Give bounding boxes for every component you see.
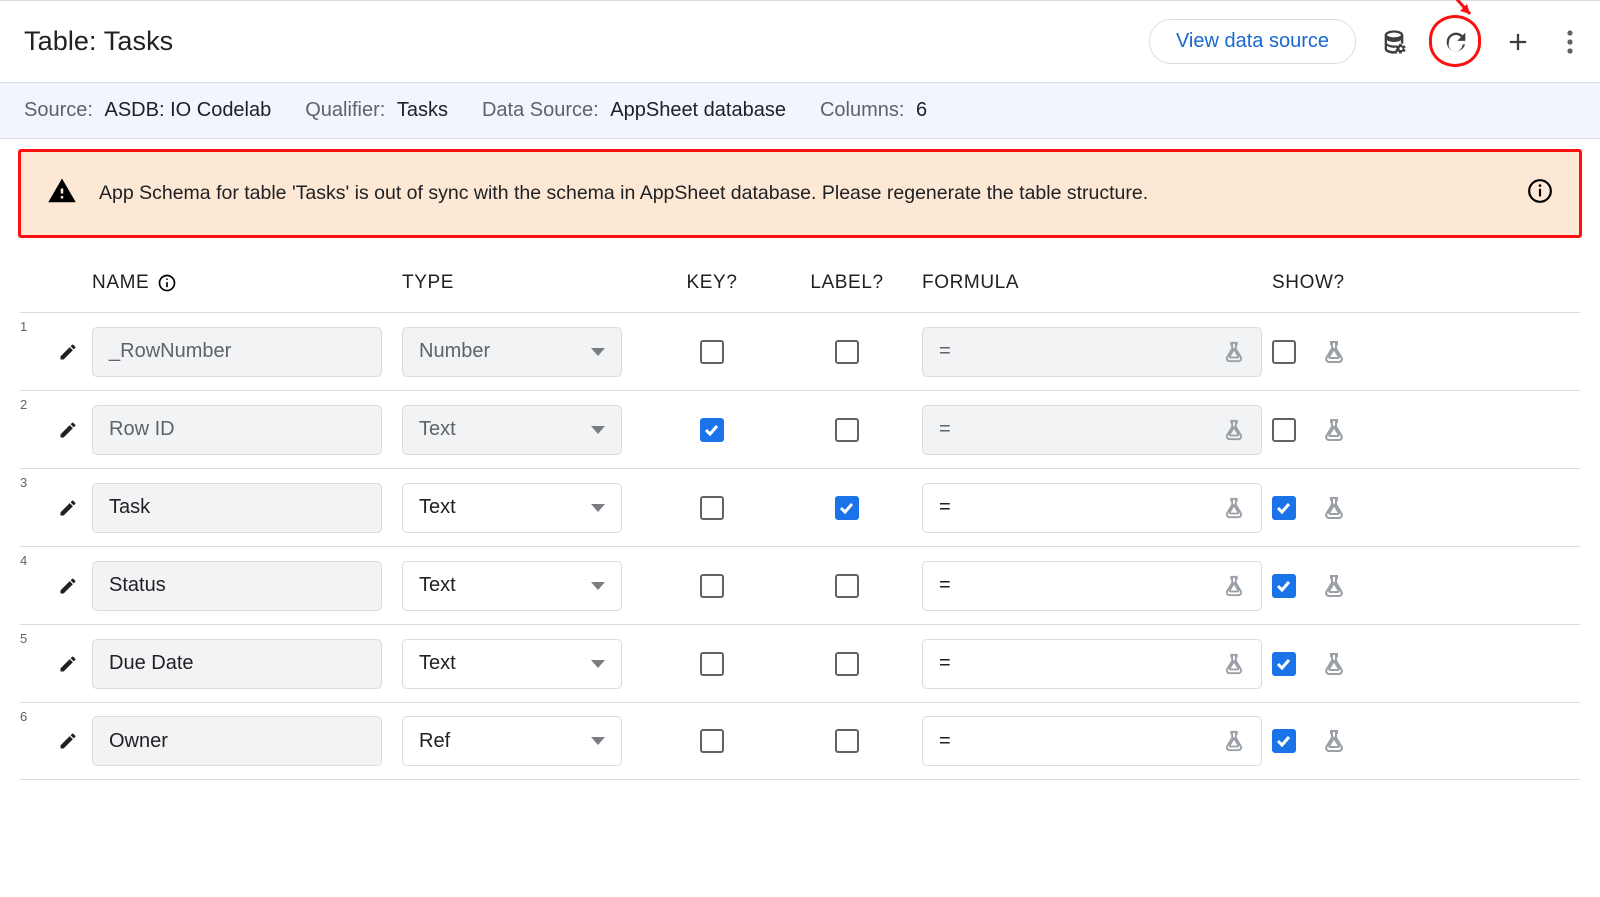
formula-field[interactable]: = [922, 327, 1262, 377]
table-row: 3 Task Text = [20, 468, 1580, 546]
warning-text: App Schema for table 'Tasks' is out of s… [99, 182, 1505, 205]
name-field[interactable]: Owner [92, 716, 382, 766]
label-checkbox[interactable] [835, 574, 859, 598]
formula-field[interactable]: = [922, 561, 1262, 611]
table-row: 2 Row ID Text = [20, 390, 1580, 468]
show-checkbox[interactable] [1272, 574, 1296, 598]
flask-icon[interactable] [1322, 574, 1346, 598]
meta-qualifier: Qualifier: Tasks [305, 99, 448, 122]
type-dropdown[interactable]: Text [402, 639, 622, 689]
chevron-down-icon [591, 582, 605, 590]
refresh-icon[interactable] [1442, 28, 1470, 56]
chevron-down-icon [591, 660, 605, 668]
show-checkbox[interactable] [1272, 418, 1296, 442]
flask-icon[interactable] [1322, 418, 1346, 442]
meta-datasource: Data Source: AppSheet database [482, 99, 786, 122]
row-number: 6 [20, 703, 44, 724]
flask-icon [1223, 497, 1245, 519]
add-icon[interactable] [1504, 28, 1532, 56]
view-data-source-button[interactable]: View data source [1149, 19, 1356, 64]
meta-strip: Source: ASDB: IO Codelab Qualifier: Task… [0, 83, 1600, 139]
name-field[interactable]: Row ID [92, 405, 382, 455]
page-title: Table: Tasks [24, 26, 1149, 57]
chevron-down-icon [591, 737, 605, 745]
formula-field[interactable]: = [922, 639, 1262, 689]
label-checkbox[interactable] [835, 340, 859, 364]
label-checkbox[interactable] [835, 496, 859, 520]
row-number: 1 [20, 313, 44, 334]
row-number: 3 [20, 469, 44, 490]
toolbar: Table: Tasks View data source [0, 0, 1600, 83]
show-checkbox[interactable] [1272, 652, 1296, 676]
chevron-down-icon [591, 348, 605, 356]
flask-icon [1223, 341, 1245, 363]
flask-icon [1223, 419, 1245, 441]
meta-source: Source: ASDB: IO Codelab [24, 99, 271, 122]
type-dropdown[interactable]: Text [402, 483, 622, 533]
key-checkbox[interactable] [700, 496, 724, 520]
edit-icon[interactable] [58, 342, 78, 362]
chevron-down-icon [591, 504, 605, 512]
warning-banner-shell: App Schema for table 'Tasks' is out of s… [0, 139, 1600, 248]
chevron-down-icon [591, 426, 605, 434]
type-dropdown[interactable]: Text [402, 405, 622, 455]
show-checkbox[interactable] [1272, 729, 1296, 753]
key-checkbox[interactable] [700, 652, 724, 676]
label-checkbox[interactable] [835, 418, 859, 442]
rows-container: 1 _RowNumber Number = 2 Row ID Text = 3 … [0, 312, 1600, 780]
edit-icon[interactable] [58, 654, 78, 674]
flask-icon[interactable] [1322, 729, 1346, 753]
label-checkbox[interactable] [835, 652, 859, 676]
label-checkbox[interactable] [835, 729, 859, 753]
type-dropdown[interactable]: Text [402, 561, 622, 611]
row-number: 2 [20, 391, 44, 412]
table-row: 6 Owner Ref = [20, 702, 1580, 780]
header-key: KEY? [652, 272, 772, 294]
db-settings-icon[interactable] [1380, 28, 1408, 56]
header-type: TYPE [402, 272, 652, 294]
table-row: 1 _RowNumber Number = [20, 312, 1580, 390]
meta-columns: Columns: 6 [820, 99, 927, 122]
header-show: SHOW? [1272, 272, 1412, 294]
column-headers: NAME TYPE KEY? LABEL? FORMULA SHOW? [0, 248, 1600, 312]
table-row: 4 Status Text = [20, 546, 1580, 624]
more-vert-icon[interactable] [1566, 28, 1574, 56]
formula-field[interactable]: = [922, 405, 1262, 455]
key-checkbox[interactable] [700, 574, 724, 598]
name-field[interactable]: Task [92, 483, 382, 533]
formula-field[interactable]: = [922, 716, 1262, 766]
flask-icon [1223, 730, 1245, 752]
header-formula: FORMULA [922, 272, 1272, 294]
key-checkbox[interactable] [700, 340, 724, 364]
name-field[interactable]: Status [92, 561, 382, 611]
edit-icon[interactable] [58, 576, 78, 596]
show-checkbox[interactable] [1272, 340, 1296, 364]
warning-banner: App Schema for table 'Tasks' is out of s… [18, 149, 1582, 238]
flask-icon [1223, 653, 1245, 675]
header-name: NAME [92, 272, 402, 294]
type-dropdown[interactable]: Number [402, 327, 622, 377]
row-number: 5 [20, 625, 44, 646]
edit-icon[interactable] [58, 420, 78, 440]
show-checkbox[interactable] [1272, 496, 1296, 520]
key-checkbox[interactable] [700, 729, 724, 753]
flask-icon[interactable] [1322, 340, 1346, 364]
name-field[interactable]: Due Date [92, 639, 382, 689]
warning-triangle-icon [47, 176, 77, 211]
flask-icon[interactable] [1322, 652, 1346, 676]
type-dropdown[interactable]: Ref [402, 716, 622, 766]
table-row: 5 Due Date Text = [20, 624, 1580, 702]
info-outline-icon [157, 273, 177, 293]
key-checkbox[interactable] [700, 418, 724, 442]
header-label: LABEL? [772, 272, 922, 294]
edit-icon[interactable] [58, 498, 78, 518]
info-icon[interactable] [1527, 178, 1553, 209]
flask-icon[interactable] [1322, 496, 1346, 520]
flask-icon [1223, 575, 1245, 597]
formula-field[interactable]: = [922, 483, 1262, 533]
toolbar-icons [1380, 28, 1574, 56]
row-number: 4 [20, 547, 44, 568]
edit-icon[interactable] [58, 731, 78, 751]
name-field[interactable]: _RowNumber [92, 327, 382, 377]
